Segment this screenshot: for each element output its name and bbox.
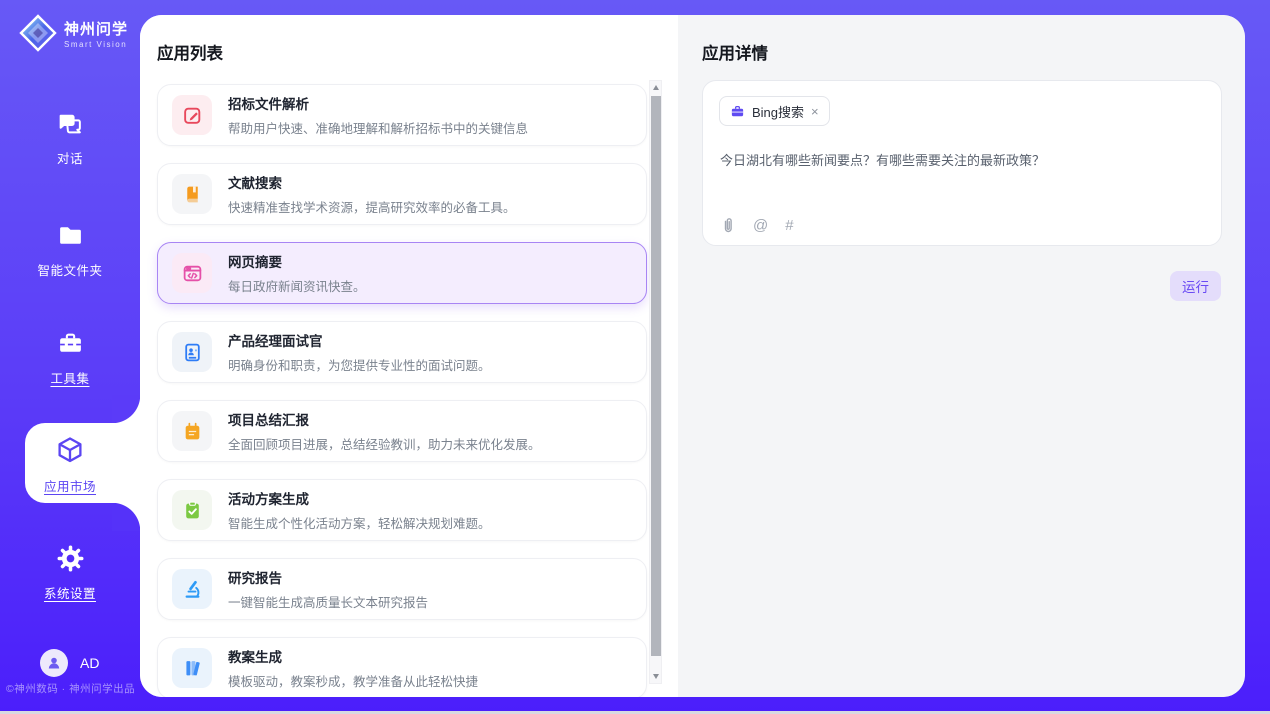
app-card-web-summary[interactable]: 网页摘要 每日政府新闻资讯快查。: [157, 242, 647, 304]
app-card-research-report[interactable]: 研究报告 一键智能生成高质量长文本研究报告: [157, 558, 647, 620]
paperclip-icon[interactable]: [720, 217, 736, 234]
sidebar-item-chat[interactable]: 对话: [0, 110, 140, 167]
gem-diamond-icon: [18, 13, 58, 53]
book-icon: [172, 174, 212, 214]
cube-icon: [55, 435, 85, 465]
run-button[interactable]: 运行: [1170, 271, 1221, 301]
avatar: [40, 649, 68, 677]
app-card-tender-analysis[interactable]: 招标文件解析 帮助用户快速、准确地理解和解析招标书中的关键信息: [157, 84, 647, 146]
sidebar-item-settings[interactable]: 系统设置: [0, 545, 140, 602]
app-card-literature-search[interactable]: 文献搜索 快速精准查找学术资源，提高研究效率的必备工具。: [157, 163, 647, 225]
scrollbar-thumb[interactable]: [651, 96, 661, 656]
prompt-card: Bing搜索 × 今日湖北有哪些新闻要点？有哪些需要关注的最新政策？ @ #: [702, 80, 1222, 246]
app-title: 招标文件解析: [228, 93, 528, 113]
scroll-down-icon[interactable]: [650, 670, 661, 683]
sidebar-item-app-market[interactable]: 应用市场: [0, 435, 140, 495]
app-title: 研究报告: [228, 567, 428, 587]
attachment-toolbar: @ #: [720, 217, 794, 234]
hash-icon[interactable]: #: [785, 218, 793, 233]
sidebar-item-label: 系统设置: [0, 583, 140, 602]
brand-subtitle: Smart Vision: [64, 40, 128, 49]
app-card-event-plan[interactable]: 活动方案生成 智能生成个性化活动方案，轻松解决规划难题。: [157, 479, 647, 541]
gear-icon: [57, 545, 84, 572]
app-desc: 一键智能生成高质量长文本研究报告: [228, 592, 428, 611]
app-desc: 智能生成个性化活动方案，轻松解决规划难题。: [228, 513, 491, 532]
sidebar-item-toolset[interactable]: 工具集: [0, 330, 140, 387]
app-card-pm-interviewer[interactable]: 产品经理面试官 明确身份和职责，为您提供专业性的面试问题。: [157, 321, 647, 383]
sidebar-item-label: 工具集: [0, 368, 140, 387]
app-detail-panel: 应用详情 Bing搜索 × 今日湖北有哪些新闻要点？有哪些需要关注的最新政策？: [678, 15, 1245, 697]
app-desc: 帮助用户快速、准确地理解和解析招标书中的关键信息: [228, 118, 528, 137]
clipboard-check-icon: [172, 490, 212, 530]
tool-tag-label: Bing搜索: [752, 102, 804, 121]
note-icon: [172, 411, 212, 451]
app-desc: 模板驱动，教案秒成，教学准备从此轻松快捷: [228, 671, 478, 690]
copyright-footer: ©神州数码 · 神州问学出品: [6, 681, 135, 696]
edit-square-icon: [172, 95, 212, 135]
tool-tag-bing-search[interactable]: Bing搜索 ×: [719, 96, 830, 126]
brand-name: 神州问学: [64, 21, 128, 38]
app-card-lesson-plan[interactable]: 教案生成 模板驱动，教案秒成，教学准备从此轻松快捷: [157, 637, 647, 697]
query-input[interactable]: 今日湖北有哪些新闻要点？有哪些需要关注的最新政策？: [720, 151, 1200, 171]
app-desc: 每日政府新闻资讯快查。: [228, 276, 366, 295]
sidebar: 神州问学 Smart Vision 对话 智能文件夹: [0, 0, 140, 714]
folder-icon: [57, 222, 84, 249]
app-list-scrollbar[interactable]: [649, 80, 662, 684]
doc-person-icon: [172, 332, 212, 372]
sidebar-item-smart-folder[interactable]: 智能文件夹: [0, 222, 140, 279]
person-icon: [46, 655, 62, 671]
app-title: 产品经理面试官: [228, 330, 491, 350]
app-desc: 明确身份和职责，为您提供专业性的面试问题。: [228, 355, 491, 374]
app-card-project-summary[interactable]: 项目总结汇报 全面回顾项目进展，总结经验教训，助力未来优化发展。: [157, 400, 647, 462]
user-name: AD: [80, 655, 99, 671]
app-list-panel: 应用列表 招标文件解析 帮助用户快速、准确地理解和解析招标书中的关键信息: [140, 15, 678, 697]
books-icon: [172, 648, 212, 688]
app-desc: 全面回顾项目进展，总结经验教训，助力未来优化发展。: [228, 434, 541, 453]
sidebar-item-label: 智能文件夹: [0, 260, 140, 279]
app-title: 活动方案生成: [228, 488, 491, 508]
user-account[interactable]: AD: [40, 649, 99, 677]
at-sign-icon[interactable]: @: [753, 218, 768, 233]
app-desc: 快速精准查找学术资源，提高研究效率的必备工具。: [228, 197, 516, 216]
app-title: 网页摘要: [228, 251, 366, 271]
toolbox-icon: [57, 330, 84, 357]
browser-code-icon: [172, 253, 212, 293]
sidebar-item-label: 应用市场: [0, 476, 140, 495]
main-panel: 应用列表 招标文件解析 帮助用户快速、准确地理解和解析招标书中的关键信息: [140, 15, 1245, 697]
brand-logo: 神州问学 Smart Vision: [18, 13, 128, 53]
app-title: 文献搜索: [228, 172, 516, 192]
app-detail-title: 应用详情: [702, 40, 768, 64]
briefcase-icon: [730, 104, 745, 119]
microscope-icon: [172, 569, 212, 609]
chat-icon: [57, 110, 84, 137]
app-list-title: 应用列表: [157, 40, 223, 64]
app-title: 项目总结汇报: [228, 409, 541, 429]
app-title: 教案生成: [228, 646, 478, 666]
close-icon[interactable]: ×: [811, 105, 819, 118]
sidebar-item-label: 对话: [0, 148, 140, 167]
scroll-up-icon[interactable]: [650, 81, 661, 94]
